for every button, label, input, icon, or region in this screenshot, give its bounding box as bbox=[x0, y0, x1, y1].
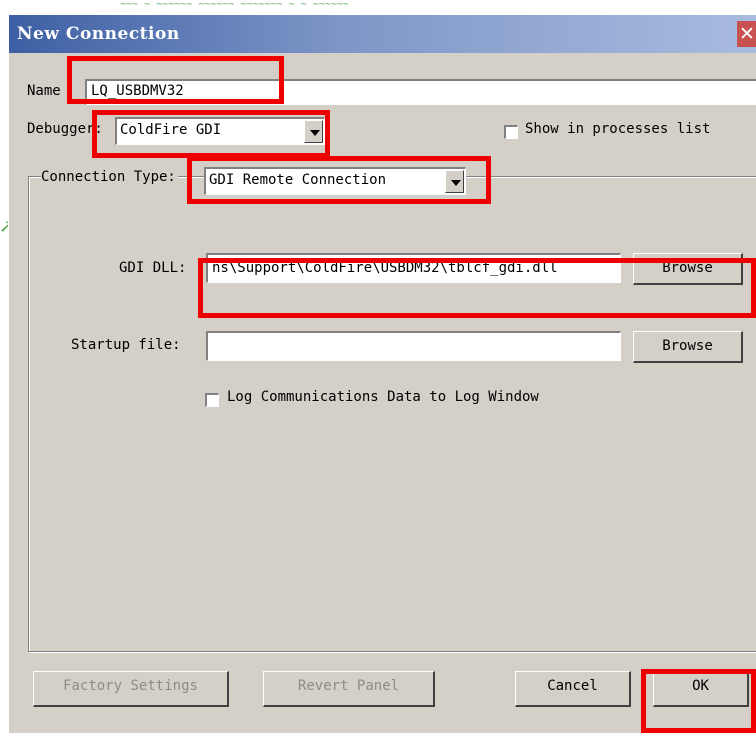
factory-settings-button[interactable]: Factory Settings bbox=[33, 671, 229, 707]
gdi-dll-browse-button[interactable]: Browse bbox=[633, 253, 743, 285]
debugger-label: Debugger: bbox=[27, 121, 103, 137]
cancel-label: Cancel bbox=[547, 678, 598, 694]
chevron-down-icon bbox=[451, 180, 461, 186]
gdi-dll-input[interactable]: ns\Support\ColdFire\USBDM32\tblcf_gdi.dl… bbox=[206, 253, 621, 283]
gdi-dll-label: GDI DLL: bbox=[119, 260, 187, 276]
startup-file-browse-label: Browse bbox=[662, 338, 713, 354]
connection-type-group bbox=[28, 176, 756, 652]
new-connection-dialog: New Connection ✕ Name LQ_USBDMV32 Debugg… bbox=[8, 14, 756, 733]
show-in-processes-checkbox[interactable] bbox=[504, 125, 518, 139]
title-bar[interactable]: New Connection ✕ bbox=[9, 15, 756, 53]
revert-panel-button[interactable]: Revert Panel bbox=[263, 671, 435, 707]
debugger-dropdown-button[interactable] bbox=[304, 120, 323, 143]
background-scribble: ~~~ ~ ~~~~~~ ~~~~~~ ~~~~~~~ ~ ~ ~~~~~~ bbox=[120, 0, 349, 10]
startup-file-input[interactable] bbox=[206, 331, 621, 361]
ok-label: OK bbox=[692, 678, 709, 694]
factory-settings-label: Factory Settings bbox=[63, 678, 198, 694]
window-title: New Connection bbox=[17, 24, 180, 44]
log-communications-label: Log Communications Data to Log Window bbox=[227, 389, 539, 405]
close-icon[interactable]: ✕ bbox=[737, 21, 756, 47]
chevron-down-icon bbox=[310, 130, 320, 136]
log-communications-checkbox[interactable] bbox=[205, 393, 219, 407]
startup-file-label: Startup file: bbox=[71, 337, 181, 353]
connection-type-label: Connection Type: bbox=[41, 169, 178, 185]
debugger-select[interactable]: ColdFire GDI bbox=[115, 117, 325, 145]
name-label: Name bbox=[27, 83, 61, 99]
startup-file-browse-button[interactable]: Browse bbox=[633, 331, 743, 363]
connection-type-value: GDI Remote Connection bbox=[209, 172, 387, 188]
ok-button[interactable]: OK bbox=[653, 671, 749, 707]
connection-type-select[interactable]: GDI Remote Connection bbox=[204, 167, 466, 195]
name-input[interactable]: LQ_USBDMV32 bbox=[85, 79, 756, 105]
gdi-dll-browse-label: Browse bbox=[662, 260, 713, 276]
cancel-button[interactable]: Cancel bbox=[515, 671, 631, 707]
debugger-value: ColdFire GDI bbox=[120, 122, 222, 138]
connection-type-dropdown-button[interactable] bbox=[445, 170, 464, 193]
show-in-processes-label: Show in processes list bbox=[525, 121, 711, 137]
revert-panel-label: Revert Panel bbox=[297, 678, 400, 694]
